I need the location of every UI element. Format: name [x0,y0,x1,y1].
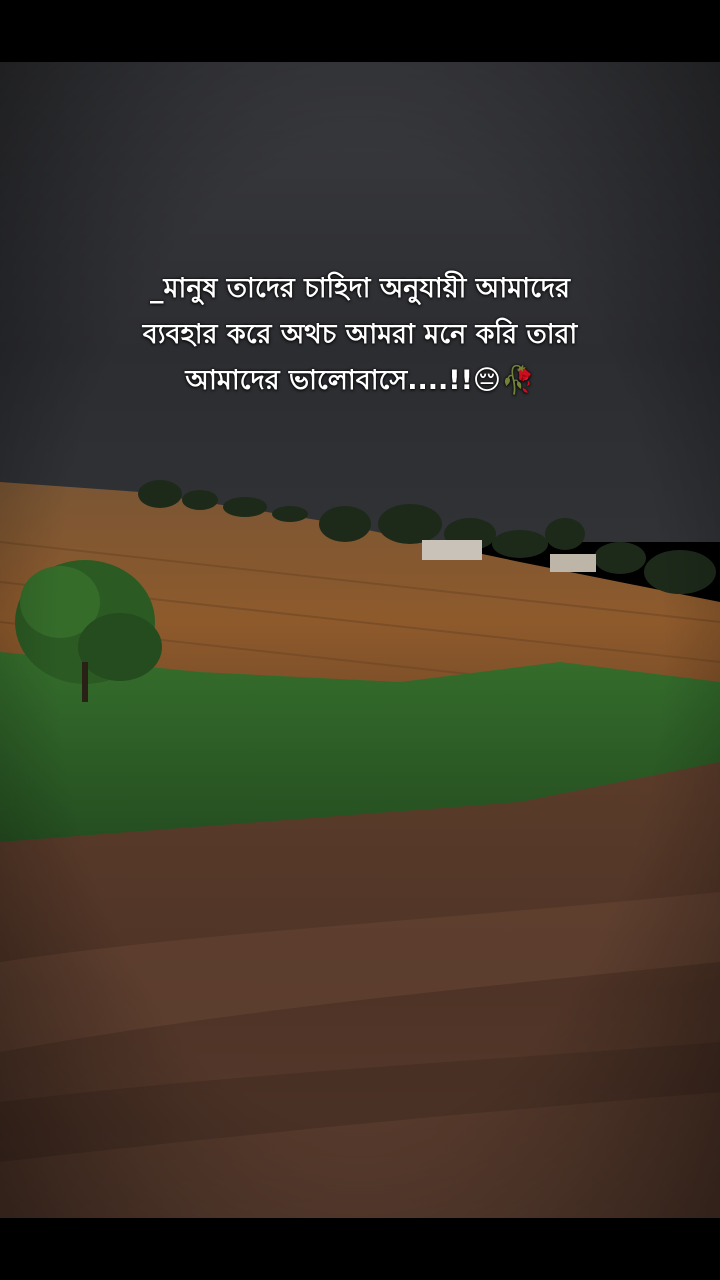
caption-line-1: _মানুষ তাদের চাহিদা অনুযায়ী আমাদের [150,273,570,304]
bottom-letterbox [0,1218,720,1280]
landscape-photo [0,62,720,1218]
video-frame: _মানুষ তাদের চাহিদা অনুযায়ী আমাদের ব্যব… [0,0,720,1280]
caption-line-3: আমাদের ভালোবাসে....!!😔🥀 [185,365,535,396]
caption-text: _মানুষ তাদের চাহিদা অনুযায়ী আমাদের ব্যব… [60,266,660,404]
top-letterbox [0,0,720,62]
caption-line-2: ব্যবহার করে অথচ আমরা মনে করি তারা [142,319,578,350]
